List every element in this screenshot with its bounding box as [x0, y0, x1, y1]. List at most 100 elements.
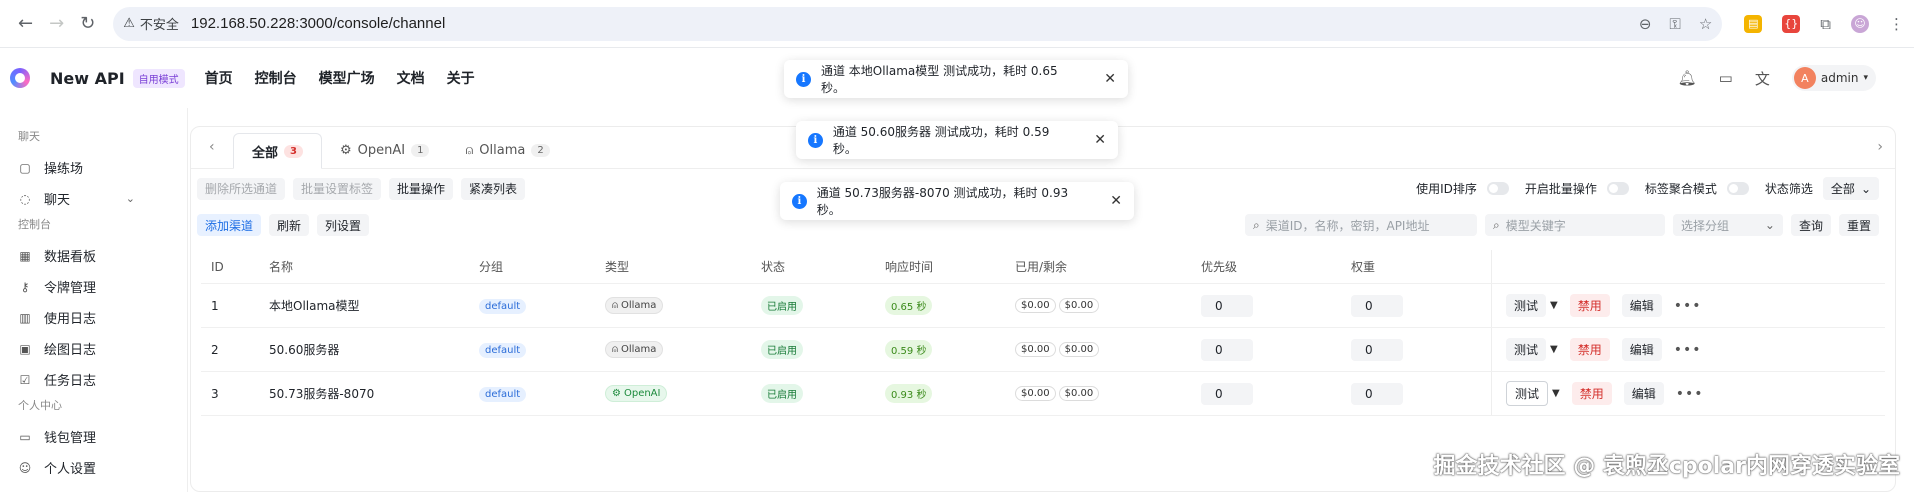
disable-button[interactable]: 禁用	[1571, 382, 1612, 405]
bell-icon[interactable]: 🔔︎	[1678, 69, 1697, 87]
edit-button[interactable]: 编辑	[1621, 294, 1662, 317]
top-nav: 首页 控制台 模型广场 文档 关于	[205, 68, 475, 88]
sidebar-item-tokens[interactable]: ⚷ 令牌管理	[0, 271, 187, 302]
status-filter-select[interactable]: 全部 ⌄	[1822, 177, 1879, 200]
channel-table: ID 名称 分组 类型 状态 响应时间 已用/剩余 优先级 权重 1 本地Oll…	[201, 250, 1885, 416]
reload-button[interactable]: ↻	[72, 8, 103, 40]
sidebar-item-dashboard[interactable]: ▦ 数据看板	[0, 240, 187, 271]
remain-amount[interactable]: $0.00	[1058, 386, 1100, 401]
row-id: 2	[211, 342, 219, 357]
extensions-puzzle-icon[interactable]: ⧉	[1820, 15, 1831, 33]
user-menu[interactable]: A admin ▾	[1791, 65, 1876, 91]
profile-avatar-icon[interactable]: ☺	[1850, 14, 1869, 33]
test-button[interactable]: 测试	[1506, 381, 1549, 406]
edit-button[interactable]: 编辑	[1623, 382, 1664, 405]
back-button[interactable]: ←	[10, 8, 41, 40]
sidebar-item-wallet[interactable]: ▭ 钱包管理	[0, 421, 187, 452]
used-amount[interactable]: $0.00	[1015, 298, 1056, 313]
sidebar-item-task-log[interactable]: ☑ 任务日志	[0, 364, 187, 395]
row-name: 50.60服务器	[269, 343, 340, 357]
app-logo-icon[interactable]	[10, 68, 30, 88]
compact-list-button[interactable]: 紧凑列表	[461, 177, 526, 200]
sidebar-item-label: 使用日志	[44, 312, 97, 327]
sidebar-item-drawing-log[interactable]: ▣ 绘图日志	[0, 333, 187, 364]
url-text[interactable]: 192.168.50.228:3000/console/channel	[191, 15, 445, 32]
more-icon[interactable]: •••	[1674, 298, 1702, 314]
nav-model-market[interactable]: 模型广场	[319, 68, 375, 88]
channel-search-input[interactable]: ⌕ 渠道ID，名称，密钥，API地址	[1244, 214, 1477, 236]
edit-button[interactable]: 编辑	[1621, 338, 1662, 361]
brand-name[interactable]: New API	[50, 69, 125, 88]
browser-menu-icon[interactable]: ⋮	[1889, 15, 1904, 33]
address-bar[interactable]: ⚠ 不安全 192.168.50.228:3000/console/channe…	[113, 6, 1723, 41]
col-priority: 优先级	[1201, 260, 1238, 274]
tab-all[interactable]: 全部 3	[233, 133, 322, 169]
used-amount[interactable]: $0.00	[1015, 386, 1056, 401]
weight-input[interactable]: 0	[1351, 294, 1403, 317]
batch-tag-button[interactable]: 批量设置标签	[293, 177, 382, 200]
caret-down-icon[interactable]: ▼	[1550, 344, 1558, 355]
enable-batch-toggle[interactable]	[1606, 182, 1629, 195]
priority-input[interactable]: 0	[1201, 338, 1253, 361]
caret-down-icon[interactable]: ▼	[1550, 300, 1558, 311]
openai-icon: ⚙	[612, 388, 621, 399]
sort-by-id-toggle[interactable]	[1486, 182, 1509, 195]
col-type: 类型	[605, 260, 630, 274]
more-icon[interactable]: •••	[1674, 342, 1702, 358]
column-settings-button[interactable]: 列设置	[317, 214, 370, 236]
test-button[interactable]: 测试	[1506, 338, 1547, 361]
col-name: 名称	[269, 260, 294, 274]
close-icon[interactable]: ✕	[1104, 71, 1116, 87]
caret-down-icon[interactable]: ▼	[1552, 388, 1560, 399]
tab-ollama[interactable]: ⍝ Ollama 2	[447, 132, 567, 168]
zoom-icon[interactable]: ⊖	[1639, 15, 1652, 33]
toast-message: 通道 50.73服务器-8070 测试成功，耗时 0.93 秒。	[816, 186, 1069, 217]
extension-notes-icon[interactable]: ▤	[1744, 14, 1763, 33]
chevron-right-icon[interactable]: ›	[1877, 139, 1883, 155]
sidebar-item-playground[interactable]: ▢ 操练场	[0, 152, 187, 183]
password-key-icon[interactable]: ⚿	[1669, 15, 1680, 33]
monitor-icon[interactable]: ▭	[1719, 69, 1733, 87]
weight-input[interactable]: 0	[1351, 338, 1403, 361]
status-badge: 已启用	[761, 296, 803, 315]
used-amount[interactable]: $0.00	[1015, 342, 1056, 357]
tag-mode-toggle[interactable]	[1726, 182, 1749, 195]
sidebar-item-settings[interactable]: ☺ 个人设置	[0, 452, 187, 483]
nav-home[interactable]: 首页	[205, 68, 233, 88]
security-indicator[interactable]: ⚠ 不安全	[123, 14, 191, 33]
extension-code-icon[interactable]: {}	[1782, 14, 1801, 33]
close-icon[interactable]: ✕	[1094, 132, 1106, 148]
more-icon[interactable]: •••	[1676, 386, 1704, 402]
language-icon[interactable]: 文	[1755, 68, 1770, 89]
sidebar-item-usage-log[interactable]: ▥ 使用日志	[0, 302, 187, 333]
add-channel-button[interactable]: 添加渠道	[197, 214, 262, 236]
bookmark-star-icon[interactable]: ☆	[1699, 15, 1712, 33]
refresh-button[interactable]: 刷新	[269, 214, 310, 236]
weight-input[interactable]: 0	[1351, 382, 1403, 405]
priority-input[interactable]: 0	[1201, 294, 1253, 317]
remain-amount[interactable]: $0.00	[1058, 298, 1100, 313]
priority-input[interactable]: 0	[1201, 382, 1253, 405]
close-icon[interactable]: ✕	[1110, 193, 1122, 209]
reset-button[interactable]: 重置	[1838, 214, 1879, 236]
disable-button[interactable]: 禁用	[1569, 294, 1610, 317]
remain-amount[interactable]: $0.00	[1058, 342, 1100, 357]
disable-button[interactable]: 禁用	[1569, 338, 1610, 361]
watermark: 掘金技术社区 @ 袁煦丞cpolar内网穿透实验室	[1433, 454, 1900, 479]
test-button[interactable]: 测试	[1506, 294, 1547, 317]
query-button[interactable]: 查询	[1790, 214, 1831, 236]
group-badge: default	[479, 298, 527, 314]
batch-op-button[interactable]: 批量操作	[389, 177, 454, 200]
chevron-down-icon[interactable]: ⌄	[126, 192, 135, 205]
chevron-left-icon[interactable]: ‹	[209, 139, 215, 155]
sidebar-item-chat[interactable]: ◌ 聊天 ⌄	[0, 183, 187, 214]
group-select[interactable]: 选择分组 ⌄	[1672, 214, 1783, 236]
delete-selected-button[interactable]: 删除所选通道	[197, 177, 286, 200]
model-search-input[interactable]: ⌕ 模型关键字	[1484, 214, 1665, 236]
nav-console[interactable]: 控制台	[255, 68, 297, 88]
nav-docs[interactable]: 文档	[397, 68, 425, 88]
tab-openai[interactable]: ⚙ OpenAI 1	[322, 132, 447, 168]
nav-about[interactable]: 关于	[447, 68, 475, 88]
type-badge: ⍝ Ollama	[605, 297, 664, 314]
forward-button[interactable]: →	[41, 8, 72, 40]
